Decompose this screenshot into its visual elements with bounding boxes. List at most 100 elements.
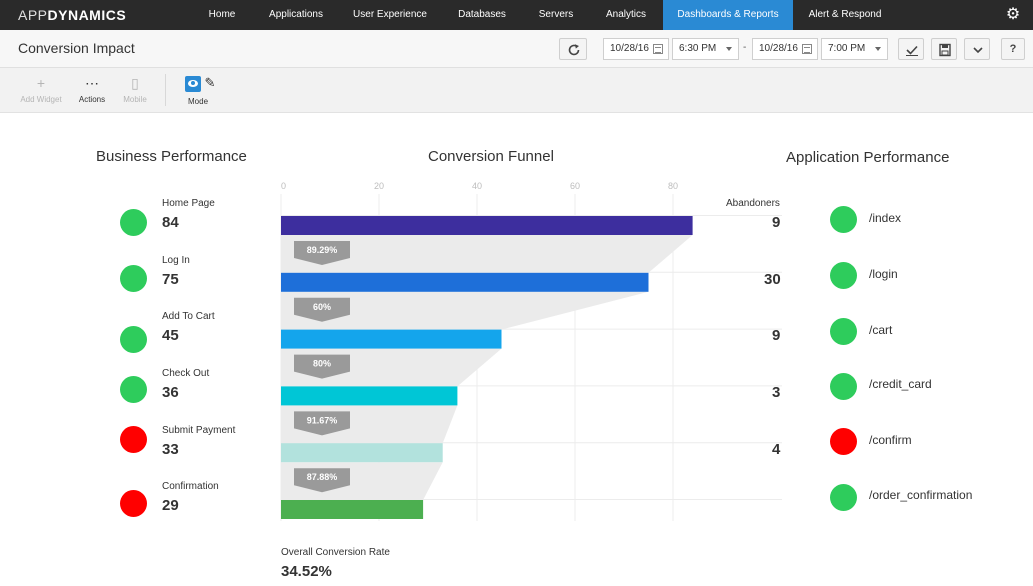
checkmark-icon [906, 45, 918, 56]
funnel-bar [281, 216, 693, 235]
conversion-funnel-title: Conversion Funnel [428, 148, 554, 165]
ellipsis-icon: ⋯ [85, 75, 99, 91]
x-axis-tick-label: 20 [374, 181, 384, 191]
logo-light-text: APP [18, 7, 48, 23]
title-bar: Conversion Impact 10/28/16 6:30 PM - 10/… [0, 30, 1033, 68]
funnel-bar [281, 443, 443, 463]
status-indicator-login [830, 262, 857, 289]
end-date-field[interactable]: 10/28/16 [752, 38, 818, 60]
nav-analytics[interactable]: Analytics [595, 0, 657, 30]
overall-conversion-value: 34.52% [281, 563, 332, 580]
funnel-bar [281, 386, 458, 406]
business-metric-value: 33 [162, 441, 179, 458]
business-metric-label: Home Page [162, 198, 215, 209]
help-button[interactable]: ? [1001, 38, 1025, 60]
more-options-button[interactable] [964, 38, 990, 60]
gear-icon[interactable]: ⚙ [1004, 6, 1022, 24]
page-title: Conversion Impact [18, 40, 135, 56]
mobile-button[interactable]: ▯ Mobile [118, 74, 152, 104]
abandoners-value: 30 [764, 271, 781, 288]
nav-applications[interactable]: Applications [258, 0, 334, 30]
business-metric-value: 36 [162, 384, 179, 401]
refresh-button[interactable] [559, 38, 587, 60]
business-metric-label: Log In [162, 255, 190, 266]
application-performance-title: Application Performance [786, 149, 950, 166]
business-metric-value: 84 [162, 214, 179, 231]
toolbar-divider [165, 74, 166, 106]
status-indicator-confirm [830, 428, 857, 455]
end-time-select[interactable]: 7:00 PM [821, 38, 888, 60]
mobile-label: Mobile [123, 95, 147, 104]
abandoners-value: 4 [772, 441, 781, 458]
calendar-icon [653, 44, 663, 54]
dashboard-toolbar: + Add Widget ⋯ Actions ▯ Mobile [0, 68, 1033, 113]
x-axis-tick-label: 0 [281, 181, 286, 191]
mode-label: Mode [188, 97, 209, 106]
appdynamics-logo[interactable]: APPDYNAMICS [18, 7, 126, 23]
status-indicator-log-in [120, 265, 147, 292]
status-indicator-add-to-cart [120, 326, 147, 353]
business-metric-label: Check Out [162, 368, 210, 379]
abandoners-value: 3 [772, 384, 781, 401]
nav-alert-respond[interactable]: Alert & Respond [800, 0, 890, 30]
status-indicator-index [830, 206, 857, 233]
conversion-rate-label: 89.29% [307, 245, 338, 255]
conversion-rate-label: 80% [313, 359, 331, 369]
status-indicator-submit-payment [120, 426, 147, 453]
application-endpoint-label[interactable]: /cart [869, 323, 892, 337]
status-indicator-cart [830, 318, 857, 345]
conversion-rate-label: 91.67% [307, 415, 338, 425]
business-metric-label: Add To Cart [162, 311, 215, 322]
date-range-separator: - [743, 42, 747, 53]
business-metric-label: Confirmation [162, 481, 219, 492]
nav-dashboards-reports[interactable]: Dashboards & Reports [663, 0, 793, 30]
nav-user-experience[interactable]: User Experience [345, 0, 435, 30]
chevron-down-icon [726, 47, 732, 51]
application-endpoint-label[interactable]: /order_confirmation [869, 488, 972, 502]
funnel-bar [281, 500, 424, 519]
conversion-rate-label: 60% [313, 302, 331, 312]
abandoners-title: Abandoners [726, 198, 780, 209]
nav-databases[interactable]: Databases [447, 0, 517, 30]
save-button[interactable] [931, 38, 957, 60]
business-metric-value: 45 [162, 327, 179, 344]
add-widget-button[interactable]: + Add Widget [18, 74, 64, 104]
x-axis-tick-label: 40 [472, 181, 482, 191]
apply-button[interactable] [898, 38, 924, 60]
conversion-funnel-chart: 0 20 40 60 80 89.29% 60% 80% 91.67% 87.88% [280, 181, 782, 521]
view-mode-eye-icon[interactable] [185, 76, 201, 92]
application-endpoint-label[interactable]: /confirm [869, 433, 912, 447]
refresh-icon [568, 44, 580, 56]
add-widget-label: Add Widget [20, 95, 62, 104]
chevron-down-icon [875, 47, 881, 51]
status-indicator-credit-card [830, 373, 857, 400]
top-navigation: APPDYNAMICS Home Applications User Exper… [0, 0, 1033, 30]
save-icon [939, 43, 951, 57]
status-indicator-home-page [120, 209, 147, 236]
calendar-icon [802, 44, 812, 54]
start-date-value: 10/28/16 [610, 43, 649, 54]
start-date-field[interactable]: 10/28/16 [603, 38, 669, 60]
conversion-rate-label: 87.88% [307, 472, 338, 482]
business-performance-title: Business Performance [96, 148, 247, 165]
application-endpoint-label[interactable]: /credit_card [869, 377, 932, 391]
chevron-down-icon [973, 47, 983, 54]
application-endpoint-label[interactable]: /index [869, 211, 901, 225]
edit-mode-pencil-icon[interactable]: ✎ [203, 75, 217, 91]
actions-button[interactable]: ⋯ Actions [74, 74, 110, 104]
start-time-select[interactable]: 6:30 PM [672, 38, 739, 60]
nav-home[interactable]: Home [197, 0, 247, 30]
status-indicator-confirmation [120, 490, 147, 517]
business-metric-label: Submit Payment [162, 425, 236, 436]
overall-conversion-label: Overall Conversion Rate [281, 547, 390, 558]
nav-servers[interactable]: Servers [527, 0, 585, 30]
logo-bold-text: DYNAMICS [47, 7, 127, 23]
end-date-value: 10/28/16 [759, 43, 798, 54]
x-axis-tick-label: 60 [570, 181, 580, 191]
x-axis-tick-label: 80 [668, 181, 678, 191]
end-time-value: 7:00 PM [828, 43, 866, 54]
status-indicator-order-confirmation [830, 484, 857, 511]
application-endpoint-label[interactable]: /login [869, 267, 898, 281]
start-time-value: 6:30 PM [679, 43, 717, 54]
plus-icon: + [36, 75, 46, 91]
